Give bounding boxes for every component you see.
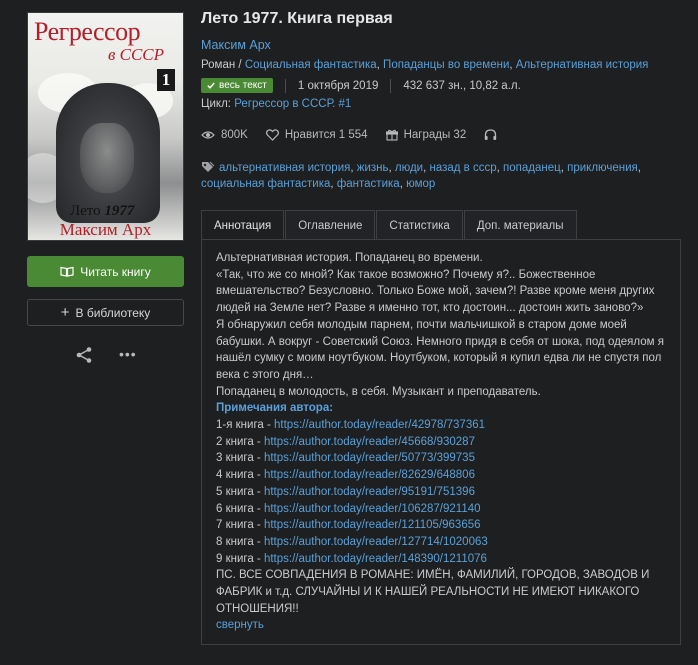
genre-link[interactable]: Альтернативная история [516,59,649,71]
tag-link[interactable]: юмор [406,178,435,190]
likes-count: Нравится 1 554 [284,129,368,141]
book-open-icon [60,266,74,277]
book-link-prefix: 7 книга - [216,519,264,532]
status-badge-label: весь текст [219,80,267,91]
headphones-icon [485,129,497,140]
book-link[interactable]: https://author.today/reader/127714/10200… [264,536,488,548]
annotation-line: Попаданец в молодость, в себя. Музыкант … [216,385,541,398]
book-link[interactable]: https://author.today/reader/148390/12110… [264,553,487,565]
book-link[interactable]: https://author.today/reader/45668/930287 [264,436,475,448]
author-notes-heading: Примечания автора: [216,402,334,415]
book-link-prefix: 9 книга - [216,552,264,565]
book-link[interactable]: https://author.today/reader/50773/399735 [264,452,475,464]
book-link-prefix: 2 книга - [216,435,264,448]
cycle-label: Цикл: [201,98,231,110]
book-link-prefix: 3 книга - [216,452,264,465]
genre-separator: / [235,59,245,71]
genres-line: Роман / Социальная фантастика, Попаданцы… [201,59,649,71]
cover-author: Максим Арх [59,220,152,239]
read-book-label: Читать книгу [80,264,151,279]
collapse-link[interactable]: свернуть [216,619,264,631]
views-count: 800K [221,129,248,141]
book-link-row: 1-я книга - https://author.today/reader/… [216,417,666,434]
tab-extra-materials[interactable]: Доп. материалы [463,210,577,240]
book-link[interactable]: https://author.today/reader/106287/92114… [264,503,481,515]
cover-year: 1977 [104,203,135,219]
tab-statistics[interactable]: Статистика [376,210,463,240]
annotation-panel: Альтернативная история. Попаданец во вре… [201,239,681,645]
book-link-prefix: 8 книга - [216,535,264,548]
book-link-row: 8 книга - https://author.today/reader/12… [216,534,666,551]
divider [284,78,286,93]
add-to-library-button[interactable]: + В библиотеку [27,299,184,326]
cover-summer-word: Лето [70,203,101,219]
book-link-row: 9 книга - https://author.today/reader/14… [216,551,666,568]
book-link[interactable]: https://author.today/reader/95191/751396 [264,486,475,498]
annotation-line: Альтернативная история. Попаданец во вре… [216,252,483,264]
book-link-prefix: 5 книга - [216,485,264,498]
status-badge: весь текст [201,78,273,93]
plus-icon: + [60,303,70,321]
book-meta-row: весь текст 1 октября 2019 432 637 зн., 1… [201,78,521,93]
awards-count: Награды 32 [403,129,467,141]
book-title: Лето 1977. Книга первая [201,10,393,27]
divider [390,78,392,93]
cycle-line: Цикл: Регрессор в СССР. #1 [201,98,351,110]
heart-icon [265,129,279,141]
audio-stat[interactable] [484,129,497,141]
tag-link[interactable]: альтернативная история [219,162,350,174]
book-tabs: Аннотация Оглавление Статистика Доп. мат… [201,210,578,240]
tag-link[interactable]: назад в ссср [429,162,496,174]
stats-row: 800K Нравится 1 554 Награды 32 [201,129,515,141]
book-link[interactable]: https://author.today/reader/42978/737361 [274,419,485,431]
cover-face [80,123,134,193]
book-link-row: 6 книга - https://author.today/reader/10… [216,501,666,518]
cover-summer-text: Лето 1977 [70,203,134,220]
tag-link[interactable]: фантастика [337,178,400,190]
book-link-row: 5 книга - https://author.today/reader/95… [216,484,666,501]
likes-stat[interactable]: Нравится 1 554 [265,129,368,141]
eye-icon [201,131,215,139]
cover-number: 1 [157,69,175,91]
book-link-row: 7 книга - https://author.today/reader/12… [216,517,666,534]
genre-link[interactable]: Попаданцы во времени [383,59,509,71]
cycle-link[interactable]: Регрессор в СССР. #1 [234,98,351,110]
tab-annotation[interactable]: Аннотация [201,210,285,240]
author-link[interactable]: Максим Арх [201,38,271,52]
book-cover[interactable]: Регрессор в СССР 1 Лето 1977 Максим Арх [27,12,184,241]
book-link-row: 3 книга - https://author.today/reader/50… [216,450,666,467]
gift-icon [385,129,398,141]
more-options-icon[interactable]: ••• [119,347,137,361]
publish-date: 1 октября 2019 [297,79,379,92]
tag-link[interactable]: приключения [567,162,638,174]
book-link-prefix: 4 книга - [216,469,264,482]
check-icon [207,82,215,89]
annotation-line: Я обнаружил себя молодым парнем, почти м… [216,318,664,381]
cover-title: Регрессор [34,17,141,46]
share-icon[interactable] [75,346,93,364]
book-link[interactable]: https://author.today/reader/121105/96365… [264,519,481,531]
cover-subtitle: в СССР [108,45,165,64]
tab-contents[interactable]: Оглавление [285,210,376,240]
annotation-quote: «Так, что же со мной? Как такое возможно… [216,268,655,315]
genre-link[interactable]: Социальная фантастика [245,59,377,71]
disclaimer-text: ПС. ВСЕ СОВПАДЕНИЯ В РОМАНЕ: ИМЁН, ФАМИЛ… [216,569,650,615]
tag-link[interactable]: жизнь [357,162,389,174]
genre-form: Роман [201,59,236,71]
book-link[interactable]: https://author.today/reader/82629/648806 [264,469,475,481]
awards-stat[interactable]: Награды 32 [385,129,467,141]
book-link-row: 4 книга - https://author.today/reader/82… [216,467,666,484]
tag-link[interactable]: попаданец [503,162,561,174]
tag-link[interactable]: социальная фантастика [201,178,330,190]
views-stat: 800K [201,129,248,141]
tag-icon [202,161,215,172]
add-to-library-label: В библиотеку [75,305,151,320]
tags-list: альтернативная история, жизнь, люди, наз… [201,161,641,190]
book-link-prefix: 6 книга - [216,502,264,515]
book-link-row: 2 книга - https://author.today/reader/45… [216,434,666,451]
tag-link[interactable]: люди [395,162,423,174]
book-size: 432 637 зн., 10,82 а.л. [403,79,521,92]
read-book-button[interactable]: Читать книгу [27,256,184,287]
book-link-prefix: 1-я книга - [216,419,275,432]
